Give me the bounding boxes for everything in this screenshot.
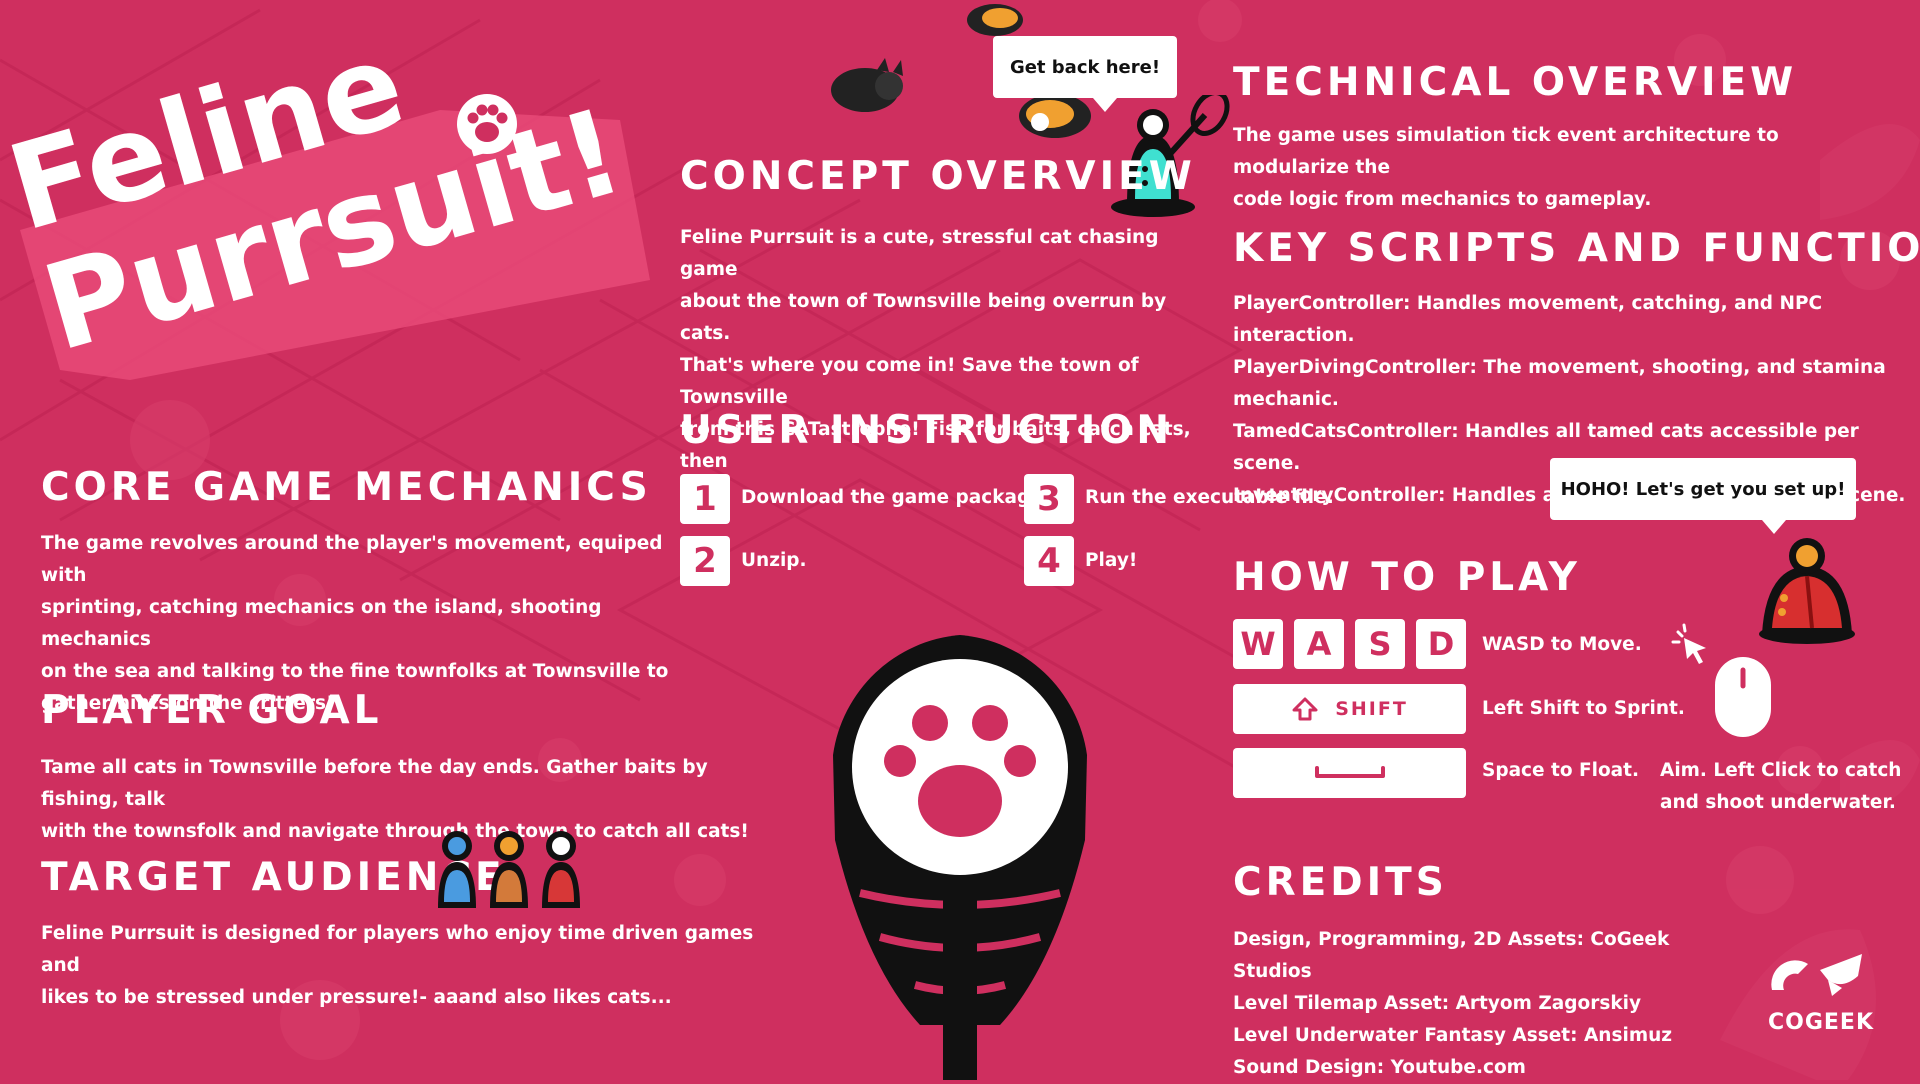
audience-figures-icon	[438, 831, 580, 908]
wasd-text: WASD to Move.	[1482, 634, 1642, 655]
technical-text: The game uses simulation tick event arch…	[1233, 120, 1893, 216]
shift-label: SHIFT	[1335, 698, 1408, 720]
credits-text: Design, Programming, 2D Assets: CoGeek S…	[1233, 924, 1753, 1084]
space-text: Space to Float.	[1482, 760, 1640, 781]
cat-sprite-black	[831, 58, 903, 112]
core-mechanics-heading: CORE GAME MECHANICS	[41, 465, 652, 510]
shift-text: Left Shift to Sprint.	[1482, 698, 1685, 719]
core-line: on the sea and talking to the fine townf…	[41, 661, 669, 682]
shift-arrow-icon	[1292, 697, 1318, 721]
step-number-1: 1	[680, 474, 730, 524]
paw-icon	[457, 94, 517, 154]
step-number-4: 4	[1024, 536, 1074, 586]
step-text-4: Play!	[1085, 550, 1138, 571]
player-goal-heading: PLAYER GOAL	[41, 688, 383, 733]
cursor-icon	[1671, 623, 1706, 664]
key-shift: SHIFT	[1233, 684, 1466, 734]
concept-text: Feline Purrsuit is a cute, stressful cat…	[680, 222, 1200, 510]
cogeek-logo-icon	[1771, 954, 1862, 996]
script-line: mechanic.	[1233, 389, 1339, 410]
speech-bubble-get-back: Get back here!	[993, 36, 1177, 112]
key-d: D	[1416, 619, 1466, 669]
key-w: W	[1233, 619, 1283, 669]
user-instruction-heading: USER INSTRUCTION	[680, 408, 1174, 453]
key-scripts-heading: KEY SCRIPTS AND FUNCTIONS	[1233, 226, 1920, 271]
step-number-2: 2	[680, 536, 730, 586]
mouse-text-2: and shoot underwater.	[1660, 792, 1896, 813]
townsfolk-sprite	[1759, 538, 1855, 644]
step-text-2: Unzip.	[741, 550, 807, 571]
spacebar-icon	[1314, 766, 1385, 778]
technical-line: code logic from mechanics to gameplay.	[1233, 189, 1652, 210]
concept-heading: CONCEPT OVERVIEW	[680, 154, 1196, 199]
credit-line: Design, Programming, 2D Assets: CoGeek S…	[1233, 929, 1670, 982]
speech-bubble-hoho: HOHO! Let's get you set up!	[1550, 458, 1856, 534]
key-s: S	[1355, 619, 1405, 669]
script-line: PlayerController: Handles movement, catc…	[1233, 293, 1823, 346]
target-audience-text: Feline Purrsuit is designed for players …	[41, 918, 781, 1014]
key-space	[1233, 748, 1466, 798]
game-title: Feline Purrsuit!	[0, 14, 650, 390]
concept-line: Feline Purrsuit is a cute, stressful cat…	[680, 227, 1159, 280]
concept-line: about the town of Townsville being overr…	[680, 291, 1167, 344]
audience-line: Feline Purrsuit is designed for players …	[41, 923, 754, 976]
technical-line: The game uses simulation tick event arch…	[1233, 125, 1779, 178]
key-a: A	[1294, 619, 1344, 669]
cat-sprite-top	[967, 4, 1023, 36]
core-line: sprinting, catching mechanics on the isl…	[41, 597, 602, 650]
paw-sign-icon	[833, 635, 1087, 1080]
credits-heading: CREDITS	[1233, 860, 1448, 905]
technical-heading: TECHNICAL OVERVIEW	[1233, 60, 1798, 105]
goal-line: with the townsfolk and navigate through …	[41, 821, 749, 842]
credit-line: Level Tilemap Asset: Artyom Zagorskiy	[1233, 993, 1642, 1014]
mouse-text-1: Aim. Left Click to catch	[1660, 760, 1902, 781]
script-line: PlayerDivingController: The movement, sh…	[1233, 357, 1886, 378]
concept-line: That's where you come in! Save the town …	[680, 355, 1139, 408]
player-goal-text: Tame all cats in Townsville before the d…	[41, 752, 781, 848]
core-line: The game revolves around the player's mo…	[41, 533, 663, 586]
goal-line: Tame all cats in Townsville before the d…	[41, 757, 708, 810]
cogeek-logo-text: COGEEK	[1768, 1010, 1875, 1035]
credit-line: Level Underwater Fantasy Asset: Ansimuz	[1233, 1025, 1673, 1046]
credit-line: Sound Design: Youtube.com	[1233, 1057, 1526, 1078]
step-text-1: Download the game package.	[741, 487, 1050, 508]
step-number-3: 3	[1024, 474, 1074, 524]
how-to-play-heading: HOW TO PLAY	[1233, 555, 1581, 600]
mouse-icon	[1715, 657, 1771, 737]
audience-line: likes to be stressed under pressure!- aa…	[41, 987, 672, 1008]
